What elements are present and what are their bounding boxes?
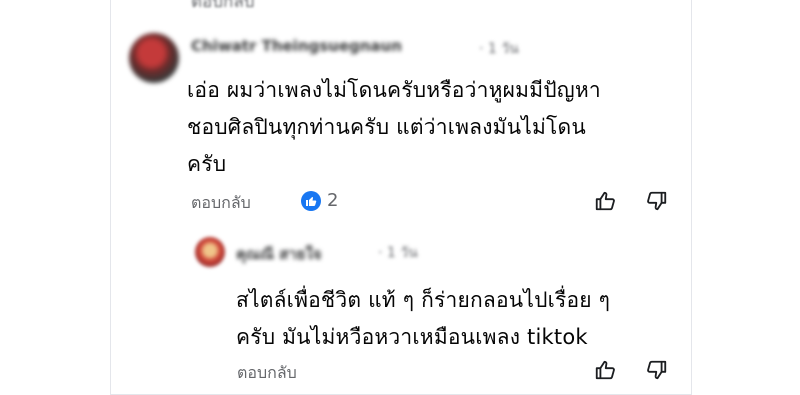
comment-panel: ตอบกลับ Chiwatr Theingsuegnaun · 1 วัน เ… [110,0,692,395]
avatar[interactable] [129,33,179,83]
thumbs-down-icon[interactable] [646,359,668,381]
comment-text-line: เอ่อ ผมว่าเพลงไม่โดนครับหรือว่าหูผมมีปัญ… [187,78,601,102]
comment-text-line: ชอบศิลปินทุกท่านครับ แต่ว่าเพลงมันไม่โดน [187,115,586,139]
reply-link-previous[interactable]: ตอบกลับ [191,0,255,15]
comment-author[interactable]: Chiwatr Theingsuegnaun [191,37,402,55]
reply-button[interactable]: ตอบกลับ [237,361,297,386]
thumbs-down-icon[interactable] [646,190,668,212]
like-icon [301,190,321,211]
comment-text-line: สไตล์เพื่อชีวิต แท้ ๆ ก็ร่ายกลอนไปเรื่อย… [236,288,611,312]
comment-text: สไตล์เพื่อชีวิต แท้ ๆ ก็ร่ายกลอนไปเรื่อย… [236,282,610,356]
comment-timestamp[interactable]: · 1 วัน [378,242,418,264]
avatar[interactable] [195,237,225,267]
comment-text: เอ่อ ผมว่าเพลงไม่โดนครับหรือว่าหูผมมีปัญ… [187,72,601,183]
comment-timestamp[interactable]: · 1 วัน [479,38,519,60]
reaction-count: 2 [327,190,339,211]
comment-text-line: ครับ มันไม่หวือหวาเหมือนเพลง tiktok [236,325,588,349]
thumbs-up-icon[interactable] [594,359,616,381]
thumbs-up-icon[interactable] [594,190,616,212]
reaction-summary[interactable]: 2 [301,190,338,211]
comment-author[interactable]: คุณณี สายใจ [236,242,322,266]
reply-button[interactable]: ตอบกลับ [191,191,251,216]
comment-text-line: ครับ [187,152,227,176]
